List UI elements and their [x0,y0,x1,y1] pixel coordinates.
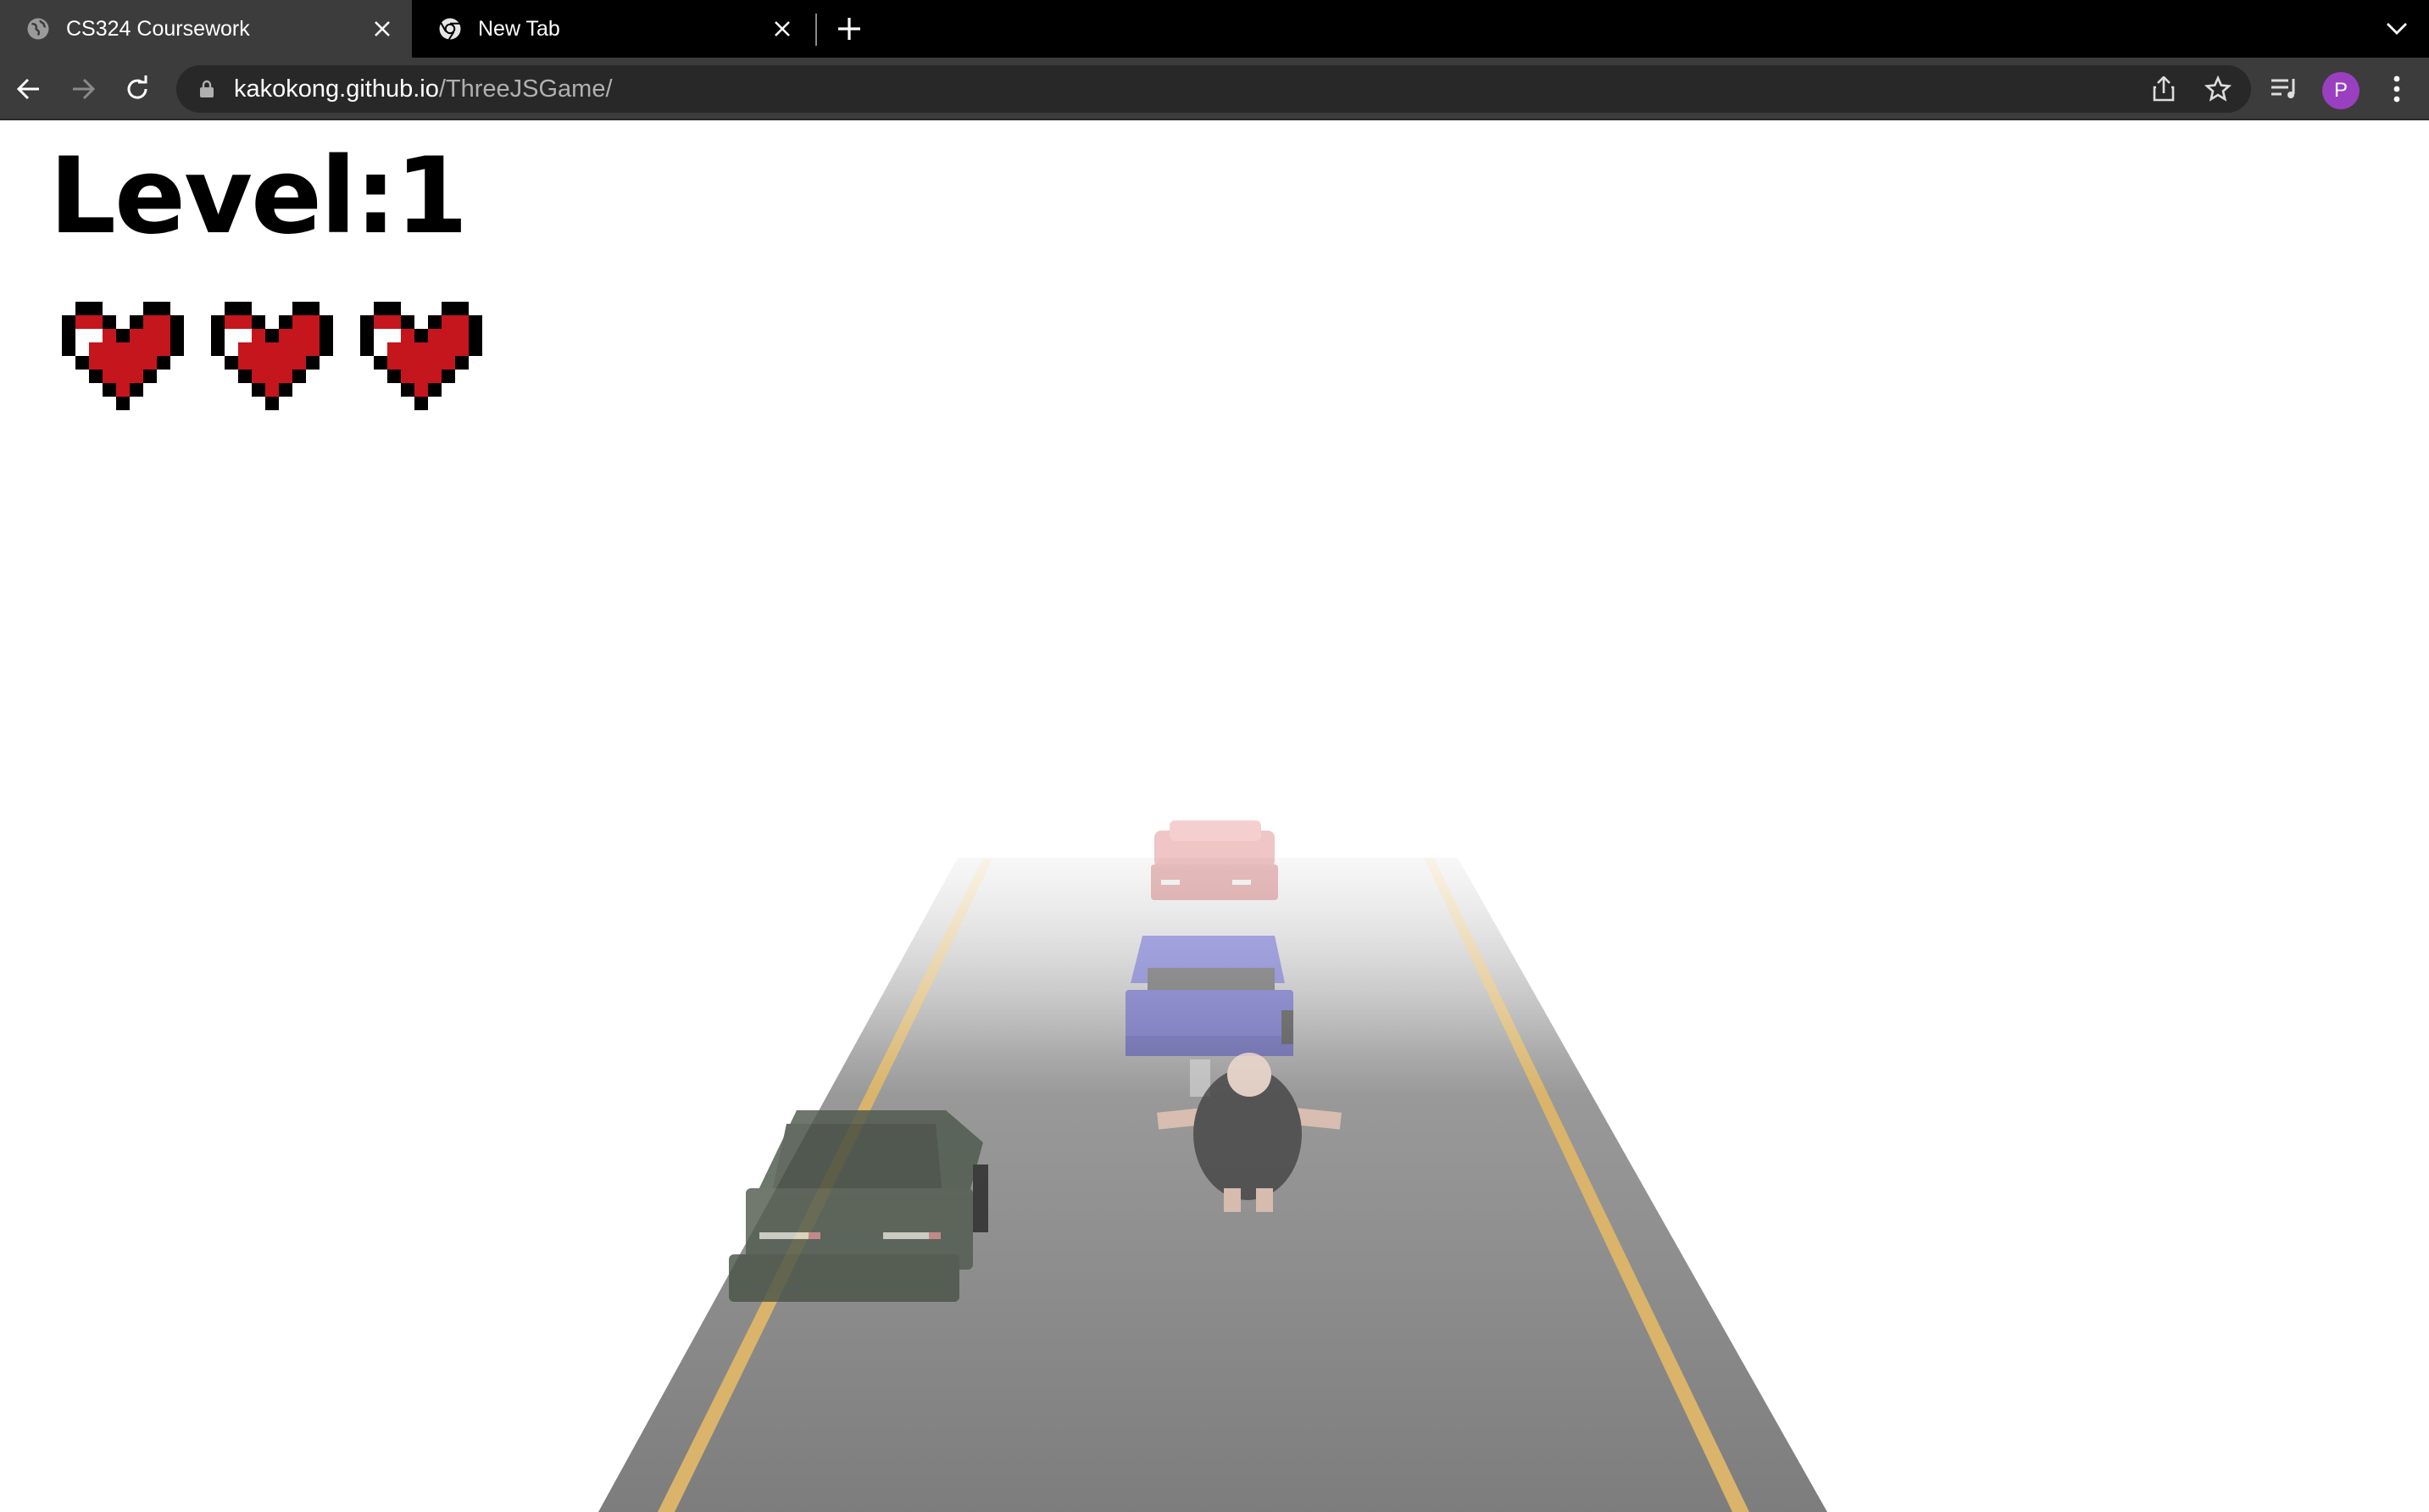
red-car [1151,820,1278,900]
tab-separator [815,14,817,46]
kebab-menu-icon [2393,75,2400,103]
page-viewport[interactable]: Level:1 [0,120,2429,1512]
tab-strip: CS324 Coursework New Tab [0,0,2429,58]
profile-avatar[interactable]: P [2322,72,2360,109]
reload-button[interactable] [117,69,158,109]
forward-button[interactable] [63,69,103,109]
close-tab-icon[interactable] [763,9,802,48]
tab-title: New Tab [478,16,560,41]
browser-toolbar: kakokong.github.io/ThreeJSGame/ P [0,58,2429,120]
reading-list-button[interactable] [2265,69,2304,108]
heart-icon [360,302,482,410]
green-car [729,1110,988,1302]
blue-car [1126,936,1293,1056]
tab-new-tab[interactable]: New Tab [412,0,812,58]
address-bar[interactable]: kakokong.github.io/ThreeJSGame/ [176,65,2251,113]
tab-title: CS324 Coursework [66,16,250,41]
new-tab-button[interactable] [831,10,868,47]
star-icon [2204,75,2232,102]
arrow-right-icon [73,78,96,100]
lives-hearts [61,302,483,410]
share-icon [2153,76,2175,102]
level-indicator: Level:1 [49,136,468,258]
heart-icon [62,302,184,410]
arrow-left-icon [16,78,39,100]
url-host: kakokong.github.io [234,75,439,103]
lock-icon [200,80,214,97]
browser-menu-button[interactable] [2378,69,2415,108]
chevron-down-icon [2387,23,2407,35]
share-button[interactable] [2144,69,2183,108]
chrome-icon [439,18,461,41]
globe-icon [27,18,49,40]
reload-icon [127,75,147,99]
tab-cs324-coursework[interactable]: CS324 Coursework [0,0,412,58]
close-tab-icon[interactable] [363,9,402,48]
playlist-icon [2271,79,2295,98]
url-path: /ThreeJSGame/ [438,75,613,103]
browser-window: CS324 Coursework New Tab kakokong.github… [0,0,2429,1512]
bookmark-button[interactable] [2198,69,2237,108]
avatar-initial: P [2333,79,2348,102]
tab-search-button[interactable] [2378,10,2415,47]
plus-icon [838,18,860,40]
back-button[interactable] [8,69,49,109]
heart-icon [211,302,333,410]
